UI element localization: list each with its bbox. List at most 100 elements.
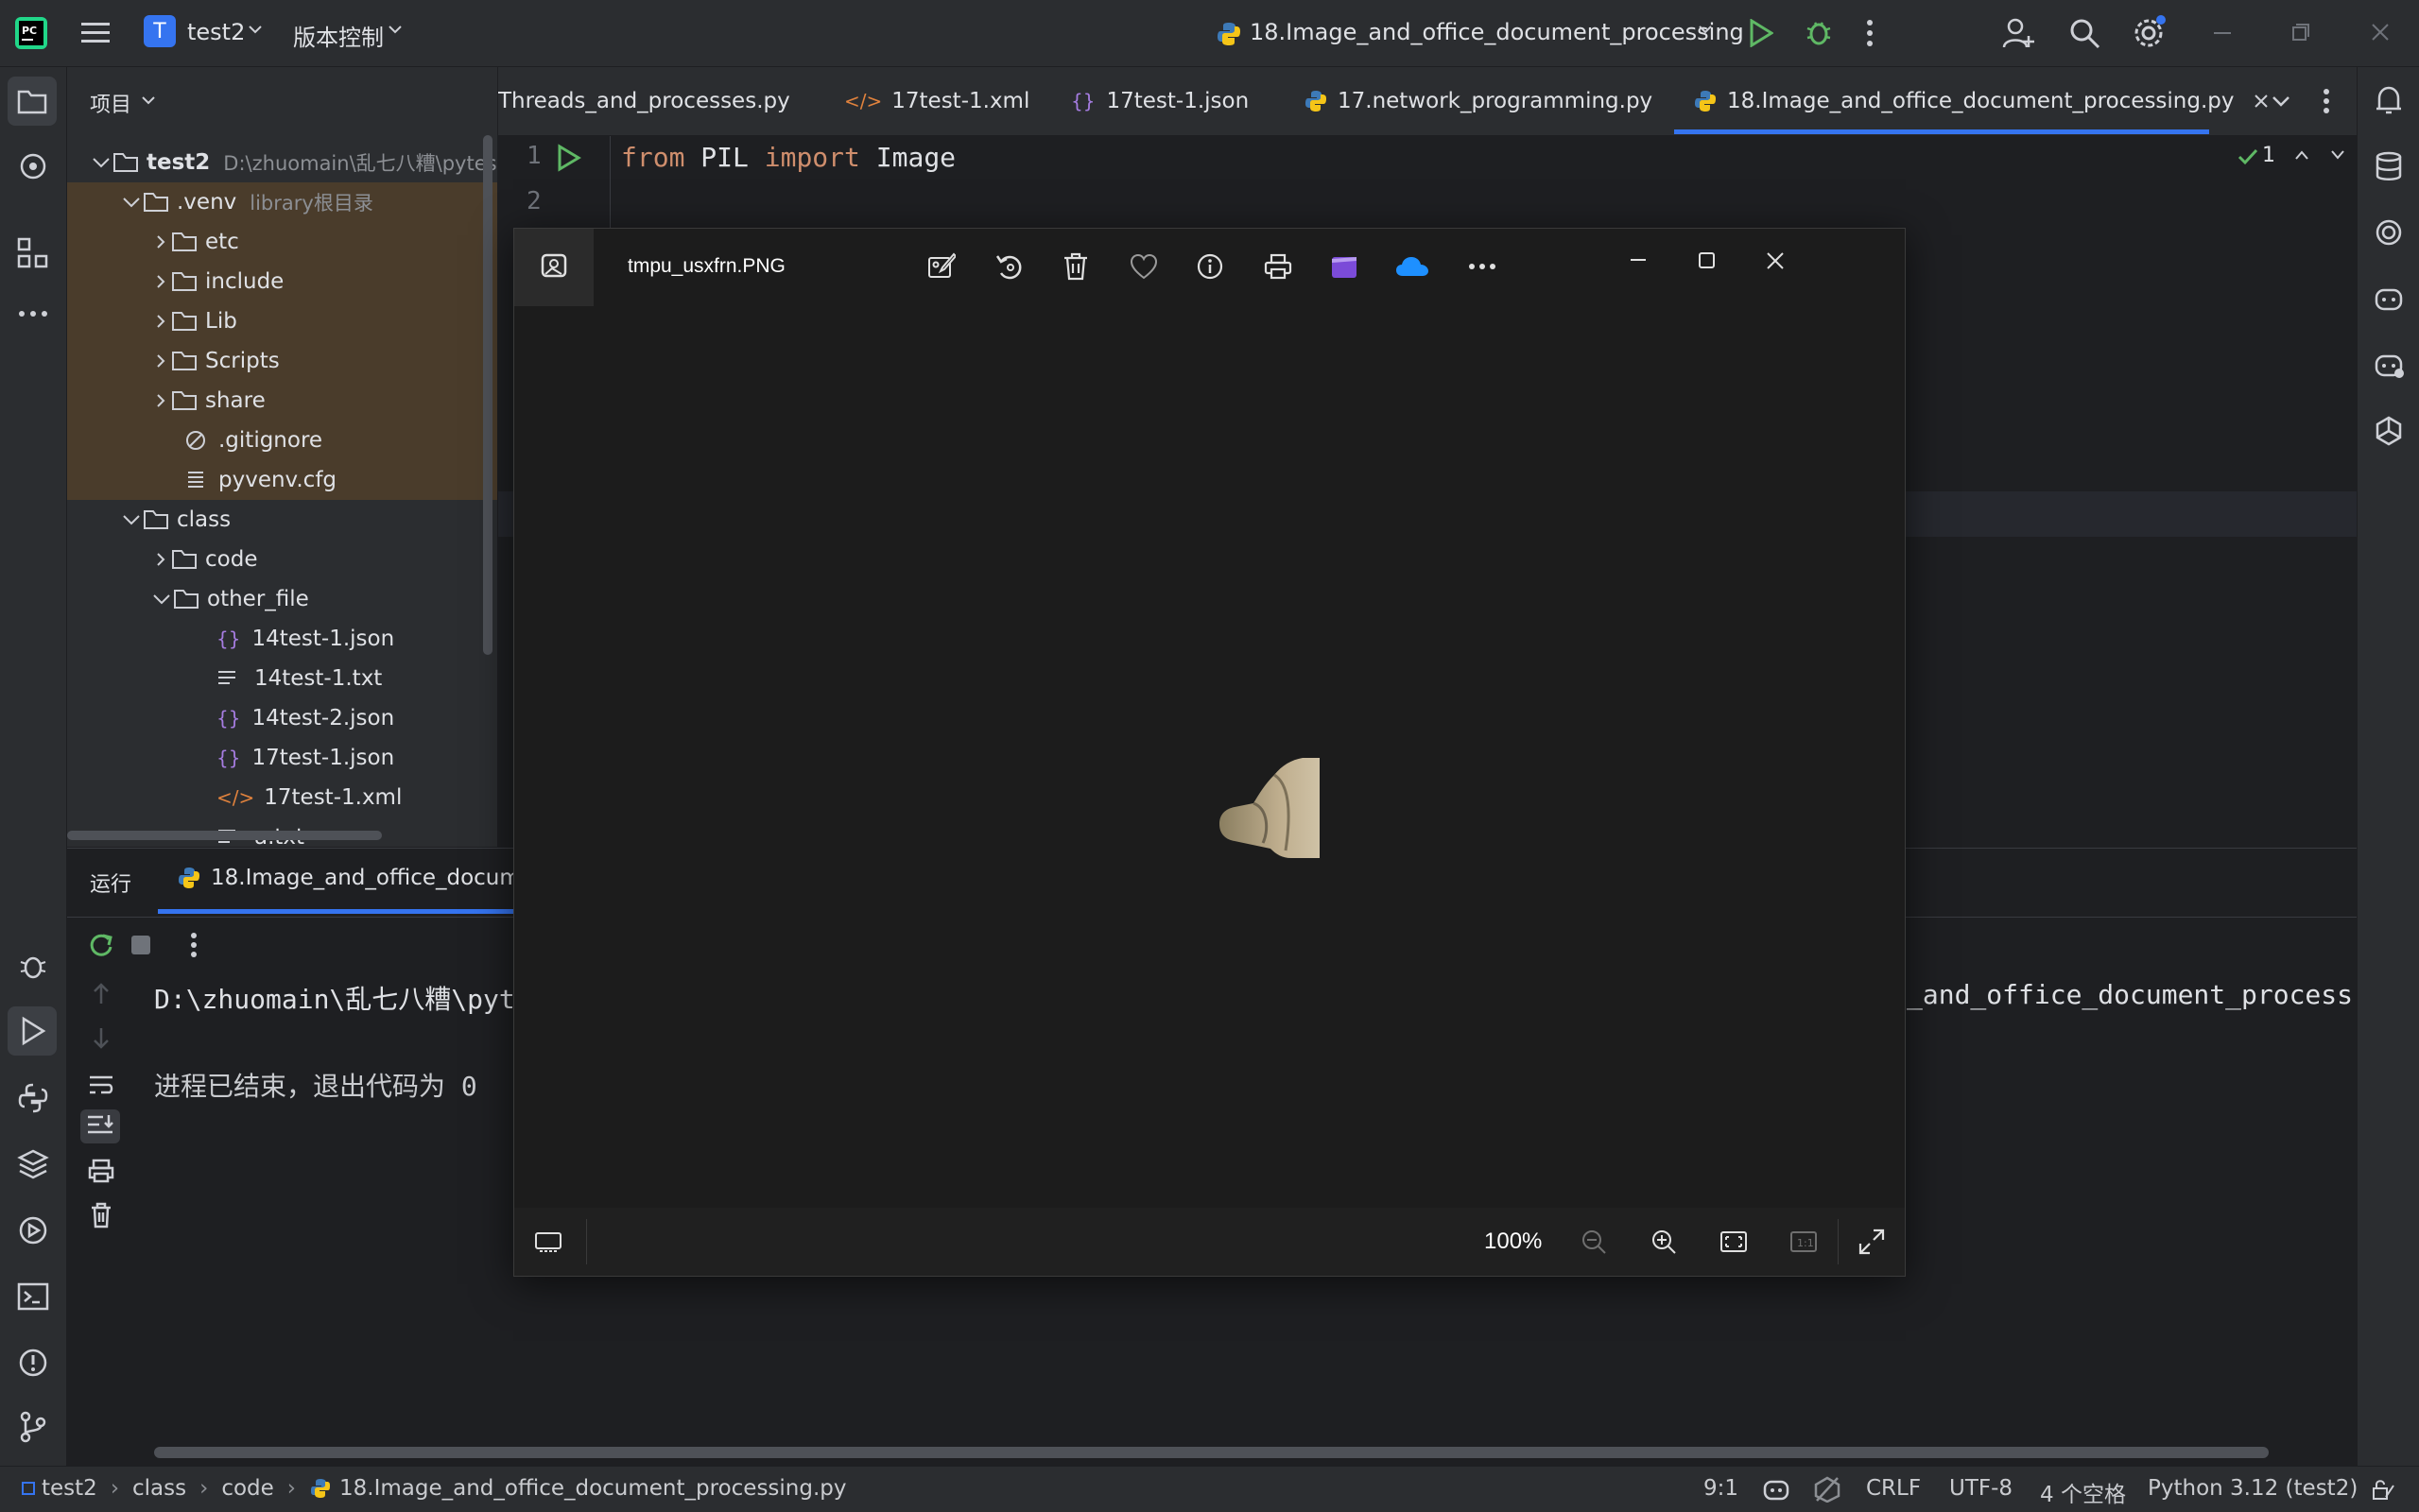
- tree-item-class[interactable]: class: [67, 500, 497, 540]
- breadcrumb-item[interactable]: code: [221, 1476, 273, 1501]
- tree-item-14test-1-json[interactable]: {} 14test-1.json: [67, 619, 497, 659]
- tab-more-icon[interactable]: [2323, 88, 2330, 114]
- prev-highlight-icon[interactable]: [2294, 149, 2309, 161]
- more-tools-icon[interactable]: [17, 309, 49, 318]
- viewer-close-icon[interactable]: [1753, 238, 1798, 284]
- soft-wrap-icon[interactable]: [88, 1074, 114, 1096]
- print-icon[interactable]: [88, 1159, 114, 1183]
- notifications-icon[interactable]: [2373, 84, 2405, 116]
- tree-item-share[interactable]: share: [67, 381, 497, 421]
- ai-assistant-icon[interactable]: [17, 150, 49, 182]
- search-icon[interactable]: [2068, 17, 2100, 49]
- clear-trash-icon[interactable]: [90, 1202, 112, 1228]
- tree-item-14test-2-json[interactable]: {} 14test-2.json: [67, 698, 497, 738]
- stop-icon[interactable]: [131, 936, 152, 956]
- inspection-check-icon[interactable]: [2238, 147, 2258, 166]
- clipchamp-icon[interactable]: [1322, 244, 1367, 289]
- print-icon[interactable]: [1255, 244, 1301, 289]
- viewer-maximize-icon[interactable]: [1685, 238, 1730, 284]
- edit-image-icon[interactable]: [919, 244, 964, 289]
- main-menu-icon[interactable]: [81, 19, 112, 47]
- tree-item-include[interactable]: include: [67, 262, 497, 301]
- tree-item-lib[interactable]: Lib: [67, 301, 497, 341]
- tree-item-17test-1-json[interactable]: {} 17test-1.json: [67, 738, 497, 778]
- chevron-down-icon[interactable]: [141, 95, 156, 107]
- tree-item-venv[interactable]: .venv library根目录: [67, 182, 497, 222]
- rerun-icon[interactable]: [88, 932, 114, 958]
- tab-17test-1-xml[interactable]: </> 17test-1.xml: [844, 67, 1029, 135]
- restore-icon[interactable]: [2291, 23, 2310, 42]
- file-encoding[interactable]: UTF-8: [1949, 1476, 2013, 1501]
- info-icon[interactable]: [1187, 244, 1233, 289]
- more-actions-icon[interactable]: [1866, 19, 1874, 47]
- copilot-chat-icon[interactable]: [2373, 349, 2405, 381]
- zoom-level[interactable]: 100%: [1484, 1228, 1542, 1255]
- copilot-icon[interactable]: [2373, 283, 2405, 315]
- add-user-icon[interactable]: [2002, 17, 2036, 49]
- tree-item-14test-1-txt[interactable]: 14test-1.txt: [67, 659, 497, 698]
- openai-icon[interactable]: [2373, 415, 2405, 447]
- more-options-icon[interactable]: [1460, 244, 1505, 289]
- python-packages-icon[interactable]: [17, 1148, 49, 1180]
- scroll-down-icon[interactable]: [92, 1026, 111, 1049]
- tree-item-other-file[interactable]: other_file: [67, 579, 497, 619]
- console-horizontal-scrollbar[interactable]: [154, 1447, 2269, 1458]
- favorite-heart-icon[interactable]: [1121, 244, 1166, 289]
- debug-icon[interactable]: [1804, 17, 1834, 47]
- ai-status-icon[interactable]: [1813, 1476, 1841, 1503]
- project-avatar[interactable]: T: [144, 15, 176, 47]
- project-name[interactable]: test2: [187, 19, 245, 45]
- caret-position[interactable]: 9:1: [1703, 1476, 1738, 1501]
- zoom-out-icon[interactable]: [1571, 1219, 1616, 1264]
- settings-gear-icon[interactable]: [2133, 15, 2167, 49]
- tab-threads-and-processes[interactable]: Threads_and_processes.py: [498, 67, 790, 135]
- fit-to-window-icon[interactable]: [1711, 1219, 1756, 1264]
- tab-18-image-processing-active[interactable]: 18.Image_and_office_document_processing.…: [1693, 67, 2269, 135]
- services-icon[interactable]: [17, 1214, 49, 1246]
- run-config-selector[interactable]: 18.Image_and_office_document_processing: [1250, 19, 1744, 45]
- tree-root[interactable]: test2 D:\zhuomain\乱七八糟\pytes: [67, 143, 497, 182]
- close-window-icon[interactable]: [2371, 23, 2390, 42]
- tree-item-gitignore[interactable]: .gitignore: [67, 421, 497, 460]
- breadcrumb-item[interactable]: test2: [42, 1476, 97, 1501]
- structure-icon[interactable]: [17, 237, 49, 269]
- git-icon[interactable]: [17, 1411, 49, 1443]
- next-highlight-icon[interactable]: [2330, 149, 2345, 161]
- scroll-to-end-button[interactable]: [80, 1109, 120, 1143]
- vertical-scrollbar[interactable]: [483, 135, 492, 655]
- tree-item-scripts[interactable]: Scripts: [67, 341, 497, 381]
- lock-edit-icon[interactable]: [2371, 1478, 2395, 1501]
- rotate-icon[interactable]: [987, 244, 1032, 289]
- tree-item-pyvenv[interactable]: pyvenv.cfg: [67, 460, 497, 500]
- tab-17test-1-json[interactable]: {} 17test-1.json: [1071, 67, 1249, 135]
- vcs-menu[interactable]: 版本控制: [293, 19, 384, 52]
- minimize-icon[interactable]: [2214, 32, 2233, 36]
- viewer-app-button[interactable]: [514, 229, 594, 306]
- indent-setting[interactable]: 4 个空格: [2040, 1476, 2126, 1508]
- breadcrumb-item[interactable]: 18.Image_and_office_document_processing.…: [339, 1476, 847, 1501]
- database-icon[interactable]: [2373, 150, 2405, 182]
- horizontal-scrollbar[interactable]: [67, 831, 382, 840]
- chevron-down-icon[interactable]: [388, 25, 403, 36]
- tree-item-17test-1-xml[interactable]: </> 17test-1.xml: [67, 778, 497, 817]
- problems-icon[interactable]: [17, 1347, 49, 1379]
- debug-tool-icon[interactable]: [17, 950, 49, 982]
- tabs-dropdown-icon[interactable]: [2272, 95, 2290, 109]
- tree-item-code[interactable]: code: [67, 540, 497, 579]
- close-tab-icon[interactable]: [2254, 94, 2269, 109]
- tab-17-network-programming[interactable]: 17.network_programming.py: [1304, 67, 1652, 135]
- filmstrip-icon[interactable]: [526, 1219, 571, 1264]
- pycharm-logo-icon[interactable]: PC: [13, 15, 49, 51]
- fullscreen-icon[interactable]: [1849, 1219, 1894, 1264]
- ai-chat-icon[interactable]: [2373, 216, 2405, 249]
- zoom-in-icon[interactable]: [1641, 1219, 1686, 1264]
- terminal-icon[interactable]: [17, 1280, 49, 1313]
- breadcrumb-item[interactable]: class: [132, 1476, 186, 1501]
- line-separator[interactable]: CRLF: [1866, 1476, 1921, 1501]
- actual-size-icon[interactable]: 1:1: [1781, 1219, 1826, 1264]
- chevron-down-icon[interactable]: [248, 25, 263, 36]
- tree-item-etc[interactable]: etc: [67, 222, 497, 262]
- project-tool-button[interactable]: [8, 77, 57, 126]
- run-more-icon[interactable]: [190, 932, 198, 958]
- run-icon[interactable]: [1749, 19, 1773, 47]
